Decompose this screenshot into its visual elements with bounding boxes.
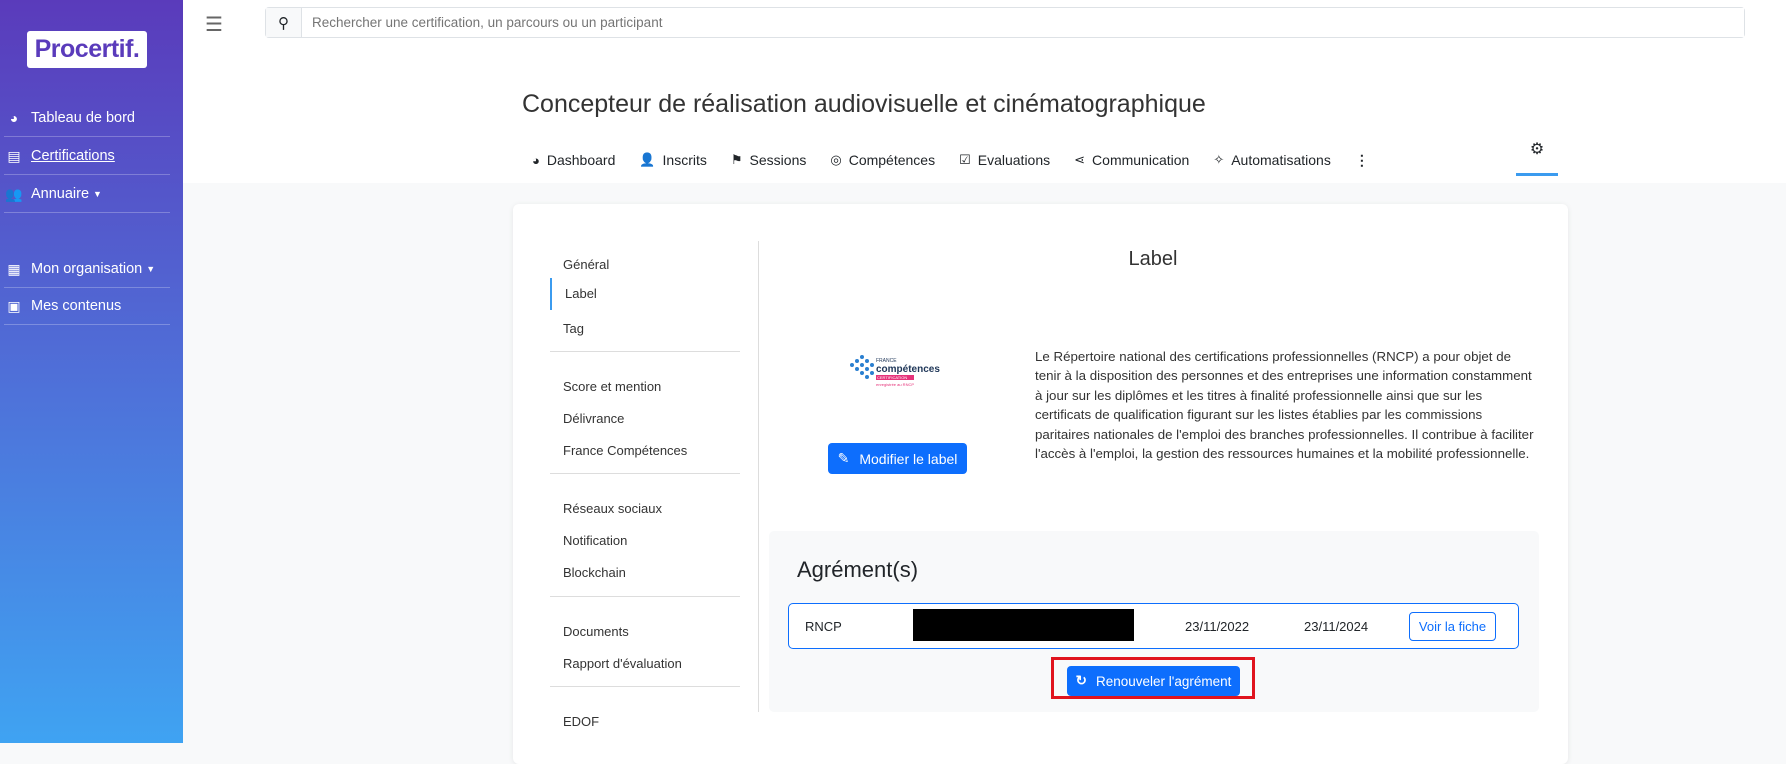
page-title: Concepteur de réalisation audiovisuelle … bbox=[522, 90, 1206, 118]
agrement-row: RNCP 23/11/2022 23/11/2024 Voir la fiche bbox=[788, 603, 1519, 649]
user-icon: 👤 bbox=[639, 152, 656, 167]
divider bbox=[550, 351, 740, 352]
topbar: ☰ ⚲ bbox=[183, 0, 1786, 50]
tab-communication[interactable]: ⋖ Communication bbox=[1074, 149, 1189, 171]
more-options-icon[interactable]: ⋮ bbox=[1355, 149, 1369, 171]
menu-item-delivrance[interactable]: Délivrance bbox=[563, 411, 624, 426]
menu-item-tag[interactable]: Tag bbox=[563, 321, 584, 336]
tabs: ◕ Dashboard 👤 Inscrits ⚑ Sessions ◎ Compéten… bbox=[532, 149, 1393, 171]
agrements-heading: Agrément(s) bbox=[797, 557, 919, 582]
sidebar-item-tableau-de-bord[interactable]: ◕ Tableau de bord bbox=[4, 100, 170, 137]
menu-item-edof[interactable]: EDOF bbox=[563, 714, 599, 729]
tab-sessions[interactable]: ⚑ Sessions bbox=[731, 149, 806, 171]
images-icon: ▣ bbox=[7, 297, 21, 314]
divider bbox=[550, 686, 740, 687]
search-bar: ⚲ bbox=[265, 7, 1745, 38]
flag-icon: ⚑ bbox=[730, 152, 743, 167]
sidebar-item-mes-contenus[interactable]: ▣ Mes contenus bbox=[4, 288, 170, 325]
users-icon: 👥 bbox=[5, 185, 23, 202]
svg-text:compétences: compétences bbox=[876, 364, 940, 375]
tab-evaluations[interactable]: ☑ Evaluations bbox=[959, 149, 1050, 171]
menu-item-notification[interactable]: Notification bbox=[563, 533, 627, 548]
check-square-icon: ☑ bbox=[959, 152, 971, 167]
svg-text:CERTIFICATION: CERTIFICATION bbox=[877, 375, 907, 380]
menu-item-label[interactable]: Label bbox=[550, 278, 597, 310]
settings-card: Général Label Tag Score et mention Déliv… bbox=[513, 204, 1568, 764]
agrement-start-date: 23/11/2022 bbox=[1185, 619, 1250, 634]
agrement-end-date: 23/11/2024 bbox=[1304, 619, 1369, 634]
agrements-section: Agrément(s) RNCP 23/11/2022 23/11/2024 V… bbox=[769, 531, 1539, 712]
renew-agrement-button[interactable]: ↻ Renouveler l'agrément bbox=[1067, 666, 1240, 696]
sidebar: Procertif. ◕ Tableau de bord ▤ Certificati… bbox=[0, 0, 183, 743]
settings-tab-gear-icon[interactable]: ⚙ bbox=[1516, 130, 1558, 176]
gauge-icon: ◕ bbox=[9, 110, 19, 126]
edit-label-button[interactable]: ✎ Modifier le label bbox=[828, 443, 967, 474]
magic-wand-icon: ✧ bbox=[1213, 152, 1225, 167]
label-description: Le Répertoire national des certification… bbox=[1035, 349, 1534, 462]
vertical-divider bbox=[758, 241, 759, 712]
menu-item-score-mention[interactable]: Score et mention bbox=[563, 379, 661, 394]
section-heading: Label bbox=[1128, 248, 1178, 270]
tab-inscrits[interactable]: 👤 Inscrits bbox=[639, 149, 707, 171]
tab-competences[interactable]: ◎ Compétences bbox=[830, 149, 935, 171]
share-icon: ⋖ bbox=[1074, 152, 1086, 167]
building-icon: ▦ bbox=[7, 260, 21, 277]
menu-item-france-competences[interactable]: France Compétences bbox=[563, 443, 687, 458]
menu-item-documents[interactable]: Documents bbox=[563, 624, 629, 639]
redacted-value bbox=[913, 609, 1134, 641]
gauge-icon: ◕ bbox=[532, 152, 540, 168]
certification-header: Concepteur de réalisation audiovisuelle … bbox=[183, 50, 1786, 183]
sidebar-item-mon-organisation[interactable]: ▦ Mon organisation ▼ bbox=[4, 251, 170, 288]
search-input[interactable] bbox=[302, 8, 1744, 37]
menu-item-blockchain[interactable]: Blockchain bbox=[563, 565, 626, 580]
refresh-icon: ↻ bbox=[1075, 673, 1087, 688]
caret-down-icon: ▼ bbox=[93, 189, 102, 199]
menu-item-general[interactable]: Général bbox=[563, 257, 609, 272]
target-icon: ◎ bbox=[830, 152, 842, 167]
tab-automatisations[interactable]: ✧ Automatisations bbox=[1213, 149, 1331, 171]
divider bbox=[550, 596, 740, 597]
tab-dashboard[interactable]: ◕ Dashboard bbox=[532, 149, 615, 171]
procertif-logo[interactable]: Procertif. bbox=[27, 31, 147, 68]
sidebar-item-certifications[interactable]: ▤ Certifications bbox=[4, 138, 170, 175]
agrement-type: RNCP bbox=[805, 619, 842, 634]
search-icon[interactable]: ⚲ bbox=[266, 8, 302, 37]
id-card-icon: ▤ bbox=[7, 147, 21, 164]
caret-down-icon: ▼ bbox=[146, 264, 156, 274]
svg-text:enregistrée au RNCP: enregistrée au RNCP bbox=[876, 382, 914, 387]
menu-item-reseaux-sociaux[interactable]: Réseaux sociaux bbox=[563, 501, 662, 516]
hamburger-menu-icon[interactable]: ☰ bbox=[205, 12, 223, 37]
view-sheet-button[interactable]: Voir la fiche bbox=[1409, 612, 1496, 641]
pencil-icon: ✎ bbox=[837, 450, 850, 466]
sidebar-item-annuaire[interactable]: 👥 Annuaire ▼ bbox=[4, 176, 170, 213]
france-competences-logo: FRANCE compétences CERTIFICATION enregis… bbox=[848, 353, 948, 395]
divider bbox=[550, 473, 740, 474]
menu-item-rapport-evaluation[interactable]: Rapport d'évaluation bbox=[563, 656, 682, 671]
